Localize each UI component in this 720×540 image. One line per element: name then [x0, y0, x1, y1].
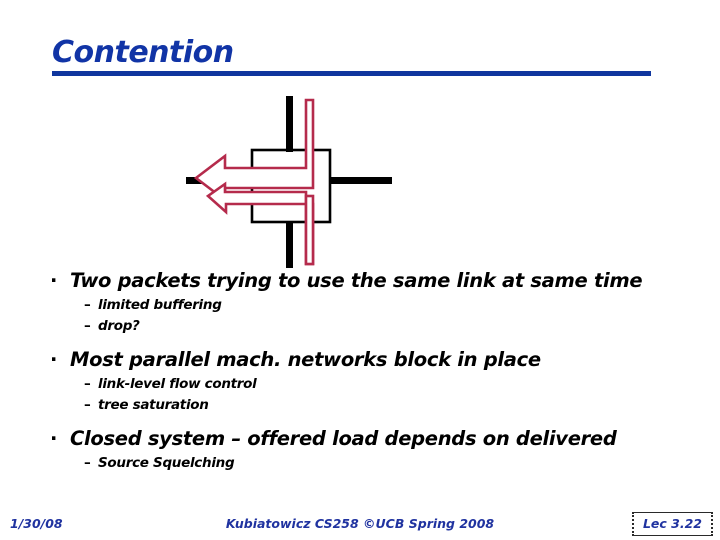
sub-bullet-text: tree saturation	[98, 397, 209, 413]
bullet-item-2: · Most parallel mach. networks block in …	[0, 347, 720, 373]
dash-marker-icon: –	[84, 376, 91, 392]
sub-bullet-item-1-1: – limited buffering	[0, 295, 720, 316]
dash-marker-icon: –	[84, 318, 91, 334]
bullet-item-1: · Two packets trying to use the same lin…	[0, 268, 720, 294]
dash-marker-icon: –	[84, 297, 91, 313]
sub-bullet-item-1-2: – drop?	[0, 316, 720, 337]
footer-attribution: Kubiatowicz CS258 ©UCB Spring 2008	[225, 516, 495, 531]
dash-marker-icon: –	[84, 397, 91, 413]
slide-canvas: Contention · Two packets trying to use t…	[0, 0, 720, 540]
bullet-marker-icon: ·	[50, 269, 58, 292]
horizontal-link-east	[330, 177, 392, 184]
vertical-link-north	[286, 96, 293, 152]
sub-bullet-item-3-1: – Source Squelching	[0, 453, 720, 474]
bullet-group-2: · Most parallel mach. networks block in …	[0, 347, 720, 416]
sub-bullet-text: limited buffering	[98, 297, 222, 313]
bullet-marker-icon: ·	[50, 348, 58, 371]
slide-footer: 1/30/08 Kubiatowicz CS258 ©UCB Spring 20…	[0, 512, 720, 540]
bullet-group-1: · Two packets trying to use the same lin…	[0, 268, 720, 337]
bullet-text: Most parallel mach. networks block in pl…	[70, 348, 541, 371]
bullet-marker-icon: ·	[50, 427, 58, 450]
footer-lecture-number: Lec 3.22	[631, 512, 713, 536]
page-title: Contention	[52, 35, 234, 70]
title-underline-rule	[52, 71, 651, 76]
dash-marker-icon: –	[84, 455, 91, 471]
sub-bullet-text: Source Squelching	[98, 455, 235, 471]
packet-path-south-trunk	[304, 194, 315, 266]
bullet-text: Two packets trying to use the same link …	[70, 269, 643, 292]
sub-bullet-item-2-2: – tree saturation	[0, 395, 720, 416]
bullet-text: Closed system – offered load depends on …	[70, 427, 617, 450]
vertical-link-south	[286, 222, 293, 268]
bullet-list: · Two packets trying to use the same lin…	[0, 268, 720, 474]
bullet-item-3: · Closed system – offered load depends o…	[0, 426, 720, 452]
packet-arrow-from-east	[205, 181, 315, 266]
sub-bullet-text: drop?	[98, 318, 140, 334]
sub-bullet-text: link-level flow control	[98, 376, 257, 392]
router-contention-diagram	[180, 96, 410, 268]
bullet-group-3: · Closed system – offered load depends o…	[0, 426, 720, 474]
sub-bullet-item-2-1: – link-level flow control	[0, 374, 720, 395]
